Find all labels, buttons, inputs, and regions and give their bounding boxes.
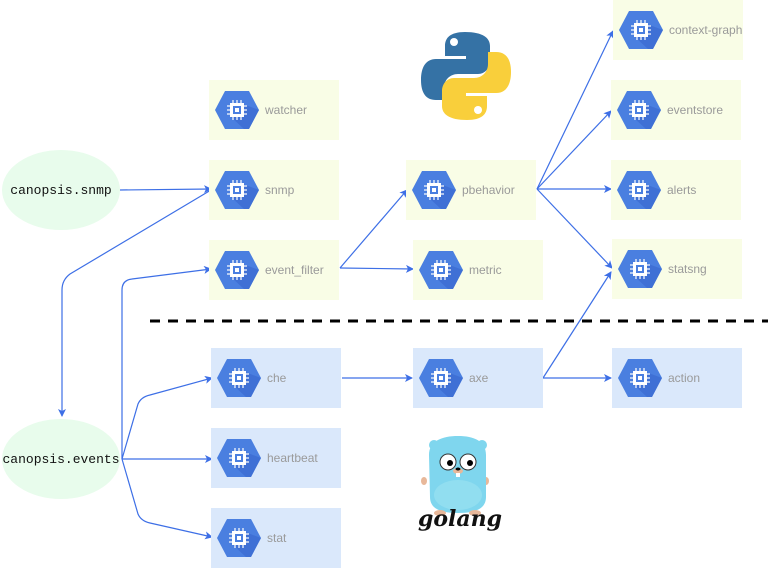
engine-label: watcher [265, 103, 308, 117]
engine-metric[interactable]: metric [413, 240, 543, 300]
compute-engine-icon [618, 10, 664, 50]
engine-label: stat [267, 531, 287, 545]
edge-pbehavior-eventstore [536, 110, 612, 190]
edge-events-stat [121, 458, 213, 540]
compute-engine-icon [418, 250, 464, 290]
python-logo [421, 32, 511, 120]
compute-engine-icon [418, 358, 464, 398]
engine-pbehavior[interactable]: pbehavior [406, 160, 536, 220]
edge-axe-statsng [542, 271, 612, 379]
golang-text: golang [418, 506, 503, 532]
engine-label: pbehavior [462, 183, 515, 197]
engine-label: metric [469, 263, 502, 277]
compute-engine-icon [214, 170, 260, 210]
compute-engine-icon [616, 170, 662, 210]
engine-label: event_filter [265, 263, 324, 277]
compute-engine-icon [216, 518, 262, 558]
queue-label: canopsis.snmp [10, 182, 112, 198]
compute-engine-icon [617, 249, 663, 289]
engine-label: statsng [668, 262, 707, 276]
engine-action[interactable]: action [612, 348, 742, 408]
compute-engine-icon [216, 438, 262, 478]
engine-axe[interactable]: axe [413, 348, 543, 408]
engine-label: che [267, 371, 287, 385]
engine-stat[interactable]: stat [211, 508, 341, 568]
compute-engine-icon [216, 358, 262, 398]
edge-eventfilter-metric [339, 264, 414, 273]
edge-pbehavior-contextgraph [536, 30, 614, 190]
engine-context-graph[interactable]: context-graph [613, 0, 743, 60]
compute-engine-icon [411, 170, 457, 210]
edge-events-che [121, 375, 213, 460]
engine-label: eventstore [667, 103, 724, 117]
engine-alerts[interactable]: alerts [611, 160, 741, 220]
engine-watcher[interactable]: watcher [209, 80, 339, 140]
engine-heartbeat[interactable]: heartbeat [211, 428, 341, 488]
engine-event-filter[interactable]: event_filter [209, 240, 339, 300]
queue-canopsis-snmp[interactable]: canopsis.snmp [2, 150, 120, 230]
engine-label: heartbeat [267, 451, 318, 465]
edge-pbehavior-statsng [536, 188, 613, 269]
compute-engine-icon [214, 250, 260, 290]
edge-events-eventfilter [121, 265, 212, 459]
compute-engine-icon [616, 90, 662, 130]
engine-label: action [668, 371, 701, 385]
compute-engine-icon [214, 90, 260, 130]
engine-che[interactable]: che [211, 348, 341, 408]
queue-label: canopsis.events [2, 451, 120, 467]
engine-label: context-graph [669, 23, 743, 37]
engine-label: alerts [667, 183, 697, 197]
engine-label: axe [469, 371, 489, 385]
engine-snmp[interactable]: snmp [209, 160, 339, 220]
engine-eventstore[interactable]: eventstore [611, 80, 741, 140]
edge-eventfilter-pbehavior [339, 189, 408, 269]
queue-canopsis-events[interactable]: canopsis.events [2, 419, 120, 499]
compute-engine-icon [617, 358, 663, 398]
engine-label: snmp [265, 183, 295, 197]
engine-statsng[interactable]: statsng [612, 239, 742, 299]
edge-snmpq-snmp [119, 185, 212, 194]
